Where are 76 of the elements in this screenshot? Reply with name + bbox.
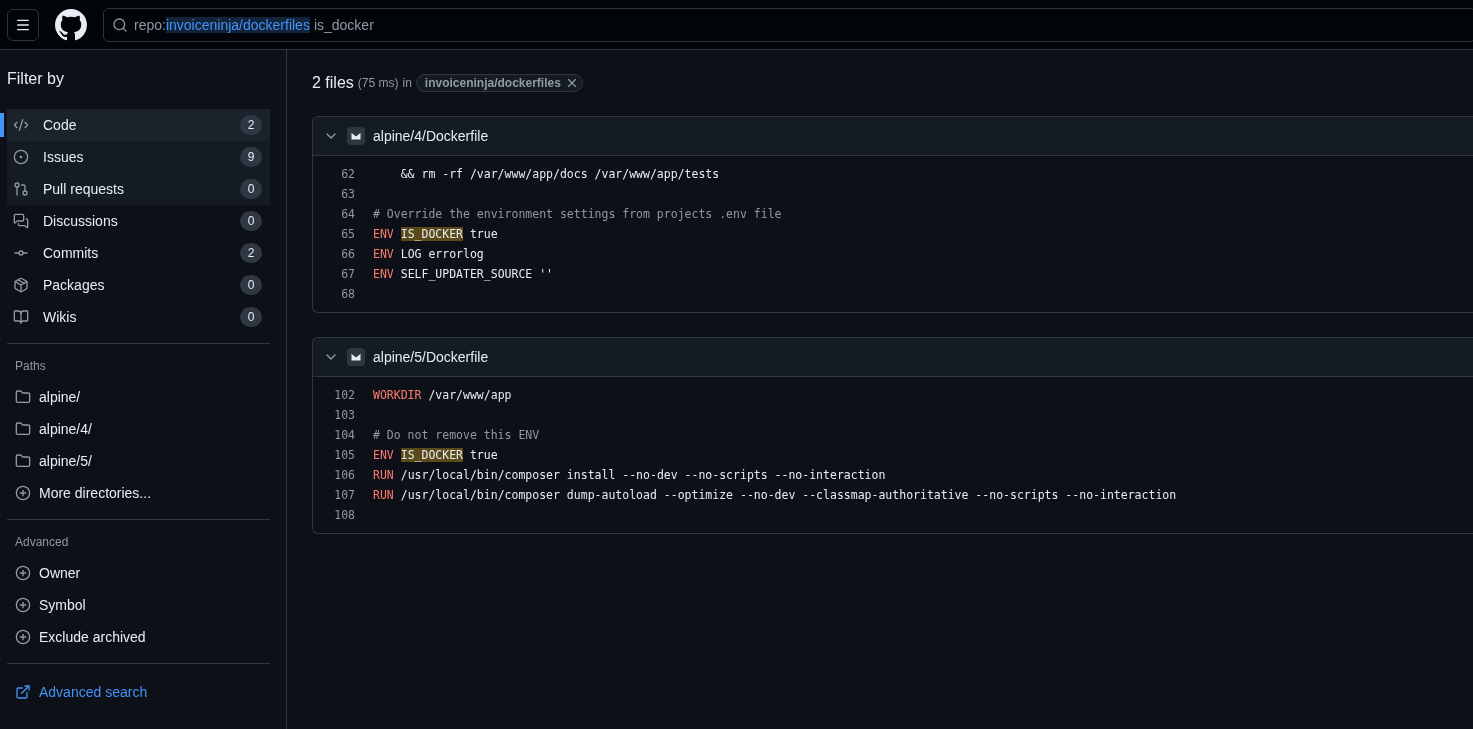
result-count: 0 bbox=[240, 307, 262, 327]
envelope-icon bbox=[351, 132, 361, 140]
code-line: ENV SELF_UPDATER_SOURCE '' bbox=[373, 267, 554, 281]
filter-item[interactable]: Exclude archived bbox=[0, 621, 286, 653]
code-line: ENV IS_DOCKER true bbox=[373, 227, 498, 241]
filter-item[interactable]: alpine/ bbox=[0, 381, 286, 413]
filter-item[interactable]: Owner bbox=[0, 557, 286, 589]
pull-request-icon bbox=[13, 181, 29, 197]
file-path[interactable]: alpine/5/Dockerfile bbox=[373, 349, 489, 365]
line-number: 68 bbox=[340, 287, 356, 301]
code-line: # Override the environment settings from projects .env file bbox=[373, 207, 782, 221]
envelope-icon bbox=[351, 353, 361, 361]
line-number: 63 bbox=[340, 187, 356, 201]
issue-icon bbox=[13, 149, 29, 165]
filter-type-item[interactable]: Code 2 bbox=[0, 109, 270, 141]
code-line: ENV LOG errorlog bbox=[373, 247, 484, 261]
menu-button[interactable] bbox=[7, 8, 39, 41]
code-line: RUN /usr/local/bin/composer dump-autoload --optimize --no-dev --classmap-authoritative --no-scripts --no-interaction bbox=[373, 488, 1177, 502]
result-count: 0 bbox=[240, 275, 262, 295]
line-number: 65 bbox=[340, 227, 356, 241]
filter-type-label: Issues bbox=[43, 149, 85, 165]
plus-circle-icon bbox=[15, 629, 31, 645]
folder-icon bbox=[15, 421, 31, 437]
filter-type-label: Code bbox=[43, 117, 78, 133]
line-number: 102 bbox=[333, 388, 356, 402]
code-line: # Do not remove this ENV bbox=[373, 428, 540, 442]
line-number: 67 bbox=[340, 267, 356, 281]
external-link-icon bbox=[15, 684, 31, 700]
search-timing: (75 ms) bbox=[357, 76, 399, 90]
code-line: && rm -rf /var/www/app/docs /var/www/app/tests bbox=[399, 167, 720, 181]
filter-item[interactable]: alpine/5/ bbox=[0, 445, 286, 477]
book-icon bbox=[13, 309, 29, 325]
filter-type-label: Discussions bbox=[43, 213, 119, 229]
result-summary: 2 files bbox=[312, 74, 354, 92]
folder-icon bbox=[15, 453, 31, 469]
plus-circle-icon bbox=[15, 485, 31, 501]
section-title: Advanced bbox=[14, 535, 70, 549]
line-number: 107 bbox=[333, 488, 356, 502]
line-number: 108 bbox=[333, 508, 356, 522]
filter-item[interactable]: Symbol bbox=[0, 589, 286, 621]
code-line: RUN /usr/local/bin/composer install --no-dev --no-scripts --no-interaction bbox=[373, 468, 886, 482]
result-count: 2 bbox=[240, 243, 262, 263]
code-line: ENV IS_DOCKER true bbox=[373, 448, 498, 462]
file-path[interactable]: alpine/4/Dockerfile bbox=[373, 128, 489, 144]
folder-icon bbox=[15, 389, 31, 405]
filter-type-label: Wikis bbox=[43, 309, 78, 325]
line-number: 103 bbox=[333, 408, 356, 422]
result-count: 2 bbox=[240, 115, 262, 135]
line-number: 62 bbox=[340, 167, 356, 181]
filter-type-label: Pull requests bbox=[43, 181, 125, 197]
search-icon bbox=[112, 16, 128, 33]
result-count: 0 bbox=[240, 211, 262, 231]
code-line: WORKDIR /var/www/app bbox=[373, 388, 512, 402]
advanced-search-link[interactable]: Advanced search bbox=[0, 676, 163, 708]
line-number: 104 bbox=[333, 428, 356, 442]
filter-item[interactable]: More directories... bbox=[0, 477, 286, 509]
line-number: 64 bbox=[340, 207, 356, 221]
plus-circle-icon bbox=[15, 565, 31, 581]
filter-type-label: Commits bbox=[43, 245, 100, 261]
sidebar-title: Filter by bbox=[6, 70, 65, 88]
line-number: 66 bbox=[340, 247, 356, 261]
search-field[interactable]: repo:invoiceninja/dockerfiles is_docker bbox=[103, 7, 1473, 42]
result-count: 0 bbox=[240, 179, 262, 199]
result-count: 9 bbox=[240, 147, 262, 167]
line-number: 106 bbox=[333, 468, 356, 482]
filter-item[interactable]: alpine/4/ bbox=[0, 413, 286, 445]
section-title: Paths bbox=[14, 359, 47, 373]
code-icon bbox=[13, 117, 29, 133]
discussion-icon bbox=[13, 213, 29, 229]
github-logo-icon bbox=[55, 8, 87, 41]
in-label: in bbox=[402, 76, 412, 90]
repo-filter-chip[interactable]: invoiceninja/dockerfiles bbox=[415, 74, 583, 92]
filter-type-label: Packages bbox=[43, 277, 106, 293]
line-number: 105 bbox=[333, 448, 356, 462]
package-icon bbox=[13, 277, 29, 293]
plus-circle-icon bbox=[15, 597, 31, 613]
